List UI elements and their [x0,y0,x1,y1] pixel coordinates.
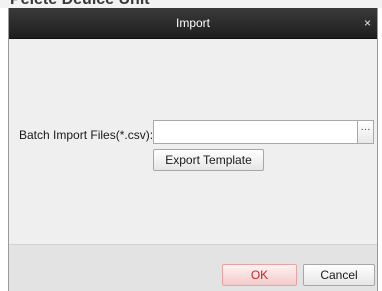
dialog-titlebar: Import × [9,8,377,39]
file-path-input[interactable] [153,120,358,144]
export-template-button[interactable]: Export Template [153,149,264,171]
background-window-strip: Pelete Deuice Unit [0,0,382,8]
batch-import-label: Batch Import Files(*.csv): [19,128,154,142]
ellipsis-icon: ··· [360,124,371,135]
background-window-text: Pelete Deuice Unit [10,0,150,8]
browse-button[interactable]: ··· [357,120,374,144]
dialog-title: Import [175,16,210,30]
cancel-button[interactable]: Cancel [303,264,375,286]
dialog-footer: OK Cancel [9,244,377,291]
ok-button[interactable]: OK [222,264,297,286]
close-icon[interactable]: × [364,16,371,30]
import-dialog: Import × Batch Import Files(*.csv): ··· … [8,8,378,291]
